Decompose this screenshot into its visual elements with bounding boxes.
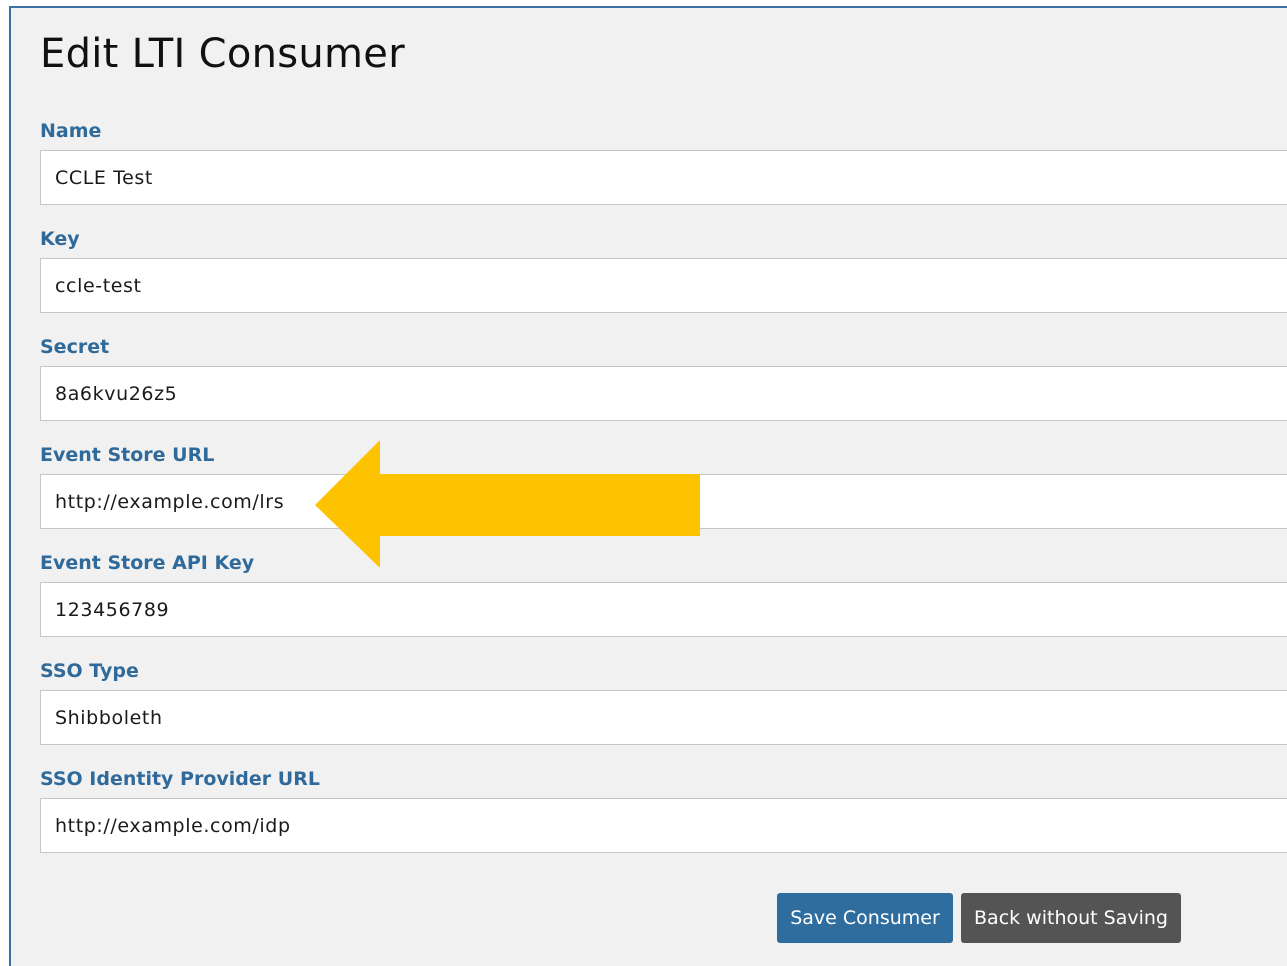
- page-title: Edit LTI Consumer: [40, 31, 405, 77]
- secret-label: Secret: [40, 336, 110, 358]
- event-store-url-input[interactable]: [40, 474, 1287, 529]
- save-consumer-button[interactable]: Save Consumer: [777, 893, 953, 943]
- event-store-api-key-label: Event Store API Key: [40, 552, 255, 574]
- secret-input[interactable]: [40, 366, 1287, 421]
- sso-identity-provider-url-input[interactable]: [40, 798, 1287, 853]
- sso-identity-provider-url-label: SSO Identity Provider URL: [40, 768, 320, 790]
- name-input[interactable]: [40, 150, 1287, 205]
- sso-type-label: SSO Type: [40, 660, 139, 682]
- back-without-saving-button[interactable]: Back without Saving: [961, 893, 1181, 943]
- key-input[interactable]: [40, 258, 1287, 313]
- sso-type-input[interactable]: [40, 690, 1287, 745]
- event-store-api-key-input[interactable]: [40, 582, 1287, 637]
- key-label: Key: [40, 228, 80, 250]
- event-store-url-label: Event Store URL: [40, 444, 215, 466]
- name-label: Name: [40, 120, 102, 142]
